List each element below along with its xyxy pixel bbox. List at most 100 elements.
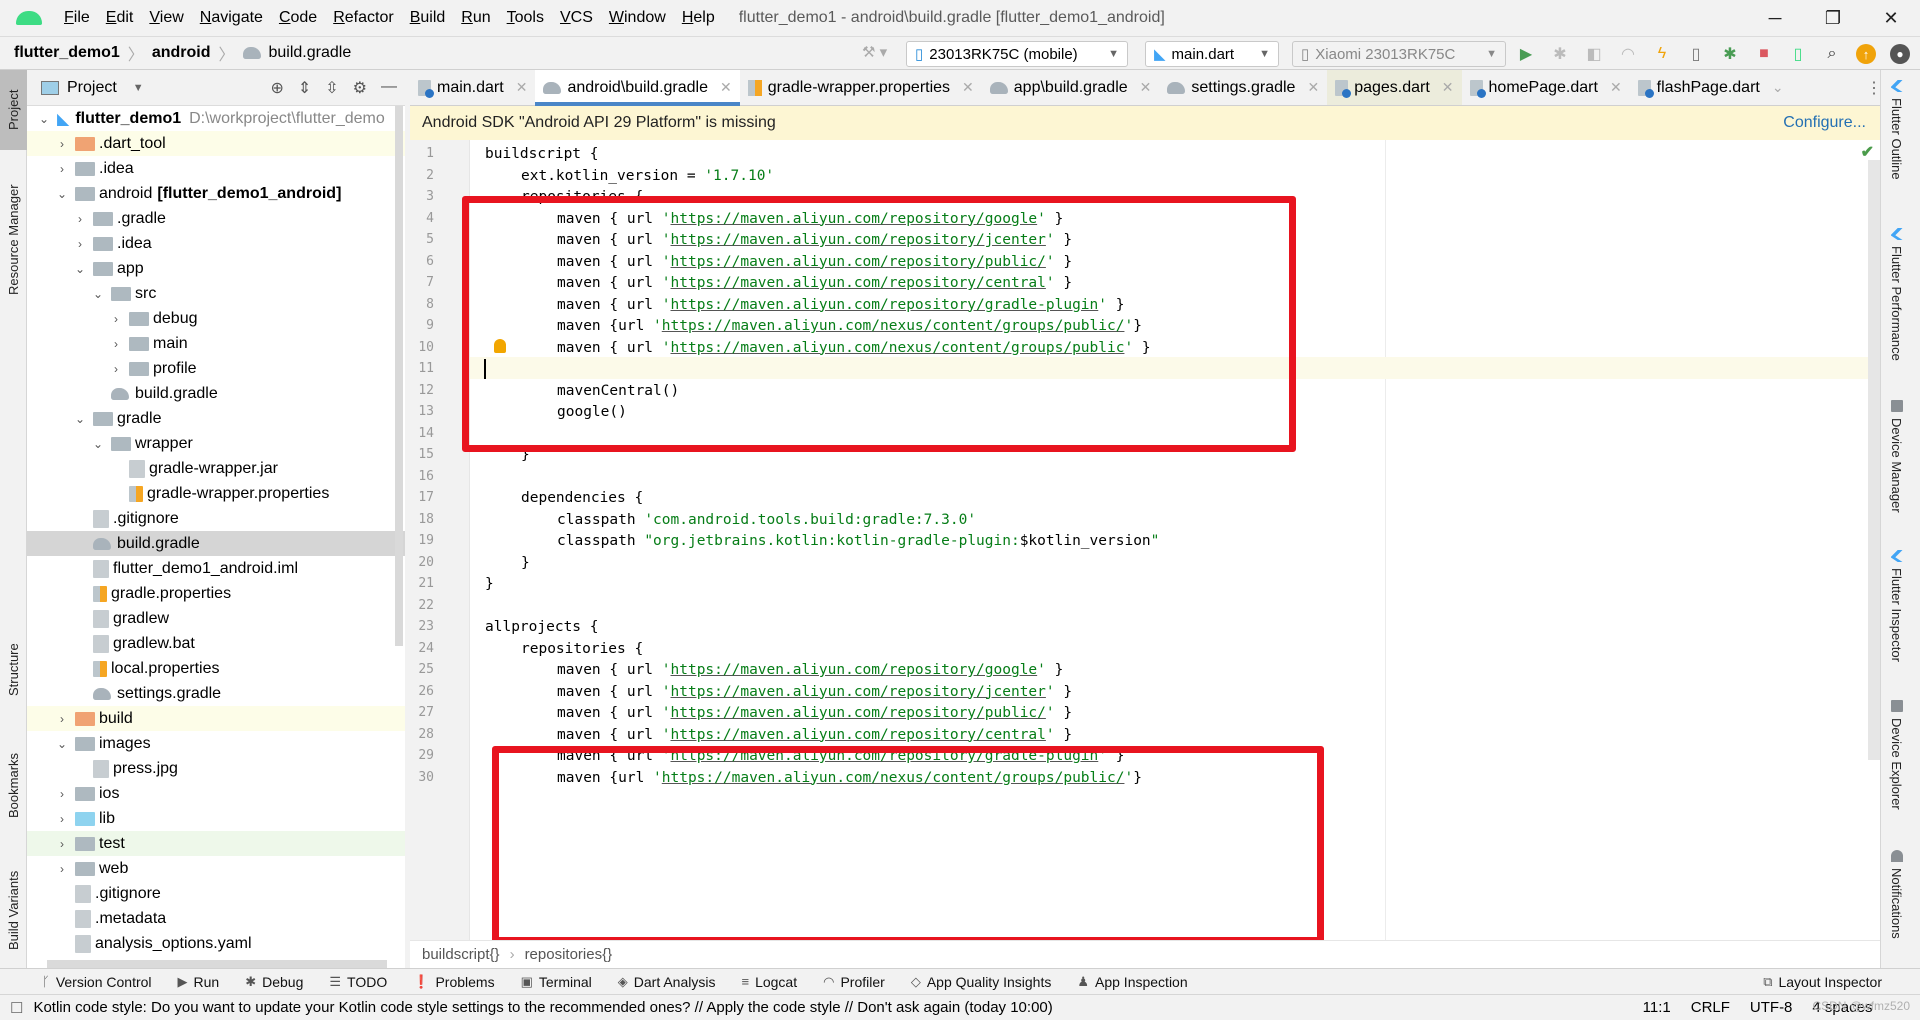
tool-tab-device-manager[interactable]: Device Manager: [1889, 400, 1904, 513]
close-tab-icon[interactable]: ✕: [720, 79, 732, 96]
locate-icon[interactable]: ⊕: [270, 78, 283, 98]
chevron-right-icon[interactable]: ›: [55, 162, 69, 176]
hammer-icon[interactable]: ⚒ ▾: [862, 43, 887, 61]
caret-position[interactable]: 11:1: [1643, 999, 1671, 1016]
tree-item[interactable]: settings.gradle: [27, 681, 405, 706]
flutter-device-icon[interactable]: ▯: [1686, 44, 1706, 64]
tool-tab-structure[interactable]: Structure: [0, 620, 27, 720]
chevron-down-icon[interactable]: ⌄: [91, 287, 105, 301]
close-tab-icon[interactable]: ✕: [516, 79, 528, 96]
tree-item[interactable]: › .gradle: [27, 206, 405, 231]
chevron-down-icon[interactable]: ⌄: [73, 412, 87, 426]
debug-icon[interactable]: ✱: [1550, 44, 1570, 64]
tree-item[interactable]: gradle.properties: [27, 581, 405, 606]
collapse-all-icon[interactable]: ⇳: [325, 78, 338, 98]
chevron-right-icon[interactable]: ›: [109, 362, 123, 376]
editor-tab[interactable]: gradle-wrapper.properties ✕: [740, 70, 982, 105]
editor-tab[interactable]: flashPage.dart ⌄: [1630, 70, 1792, 105]
editor-tab[interactable]: settings.gradle ✕: [1159, 70, 1327, 105]
tool-layout-inspector[interactable]: ⧉ Layout Inspector: [1755, 974, 1890, 990]
tree-item[interactable]: press.jpg: [27, 756, 405, 781]
tree-item[interactable]: gradle-wrapper.properties: [27, 481, 405, 506]
tree-item[interactable]: › main: [27, 331, 405, 356]
close-tab-icon[interactable]: ✕: [962, 79, 974, 96]
search-icon[interactable]: ⌕: [1822, 44, 1842, 64]
chevron-right-icon[interactable]: ›: [109, 337, 123, 351]
tree-item[interactable]: › web: [27, 856, 405, 881]
url-link[interactable]: https://maven.aliyun.com/repository/goog…: [671, 662, 1038, 678]
toggle-tool-windows-icon[interactable]: ☐: [10, 999, 23, 1017]
tool-app-inspection[interactable]: ♟ App Inspection: [1069, 974, 1195, 990]
close-icon[interactable]: ✕: [1862, 0, 1920, 36]
expand-all-icon[interactable]: ⇕: [298, 78, 311, 98]
menu-view[interactable]: View: [141, 9, 191, 27]
chevron-right-icon[interactable]: ›: [55, 137, 69, 151]
tree-item[interactable]: › test: [27, 831, 405, 856]
tool-debug[interactable]: ✱ Debug: [237, 974, 311, 990]
tool-tab-flutter-outline[interactable]: Flutter Outline: [1889, 80, 1904, 180]
project-horizontal-scrollbar[interactable]: [47, 960, 387, 968]
chevron-down-icon[interactable]: ⌄: [55, 187, 69, 201]
url-link[interactable]: https://maven.aliyun.com/repository/jcen…: [671, 684, 1046, 700]
tool-tab-bookmarks[interactable]: Bookmarks: [0, 730, 27, 840]
tree-item[interactable]: ⌄ android [flutter_demo1_android]: [27, 181, 405, 206]
device-selector[interactable]: ▯ 23013RK75C (mobile) ▼: [906, 41, 1128, 67]
inspection-ok-icon[interactable]: ✔: [1861, 142, 1874, 162]
menu-file[interactable]: File: [56, 9, 98, 27]
gear-icon[interactable]: ⚙: [353, 78, 367, 98]
tree-item[interactable]: ⌄ src: [27, 281, 405, 306]
chevron-down-icon[interactable]: ▼: [133, 82, 144, 94]
menu-build[interactable]: Build: [402, 9, 454, 27]
tree-item[interactable]: gradlew: [27, 606, 405, 631]
breadcrumb-file[interactable]: build.gradle: [269, 44, 352, 62]
tree-item[interactable]: ⌄ ◣ flutter_demo1 D:\workproject\flutter_de…: [27, 106, 405, 131]
tool-tab-flutter-performance[interactable]: Flutter Performance: [1889, 228, 1904, 361]
tree-item[interactable]: .gitignore: [27, 881, 405, 906]
tree-item[interactable]: .gitignore: [27, 506, 405, 531]
editor-scrollbar[interactable]: [1868, 160, 1880, 760]
attach-debugger-icon[interactable]: ✱: [1720, 44, 1740, 64]
tree-item[interactable]: flutter_demo1_android.iml: [27, 556, 405, 581]
menu-vcs[interactable]: VCS: [552, 9, 601, 27]
menu-edit[interactable]: Edit: [98, 9, 142, 27]
chevron-down-icon[interactable]: ⌄: [1772, 79, 1784, 96]
menu-window[interactable]: Window: [601, 9, 674, 27]
tree-item[interactable]: analysis_options.yaml: [27, 931, 405, 956]
close-tab-icon[interactable]: ✕: [1307, 79, 1319, 96]
tree-item[interactable]: build.gradle: [27, 381, 405, 406]
device-manager-icon[interactable]: ▯: [1788, 44, 1808, 64]
hot-reload-icon[interactable]: ϟ: [1652, 44, 1672, 64]
breadcrumb-android[interactable]: android: [152, 44, 211, 62]
tree-item[interactable]: gradle-wrapper.jar: [27, 456, 405, 481]
tree-item[interactable]: build.gradle: [27, 531, 405, 556]
tree-item[interactable]: › .dart_tool: [27, 131, 405, 156]
restore-icon[interactable]: ❐: [1804, 0, 1862, 36]
run-config-selector[interactable]: ◣ main.dart ▼: [1145, 41, 1279, 67]
chevron-right-icon[interactable]: ›: [109, 312, 123, 326]
tool-version-control[interactable]: ᚴ Version Control: [34, 974, 160, 990]
chevron-right-icon[interactable]: ›: [55, 837, 69, 851]
editor-tab[interactable]: app\build.gradle ✕: [982, 70, 1160, 105]
menu-tools[interactable]: Tools: [499, 9, 552, 27]
status-message[interactable]: ☐ Kotlin code style: Do you want to upda…: [10, 999, 1053, 1017]
file-encoding[interactable]: UTF-8: [1750, 999, 1793, 1016]
chevron-right-icon[interactable]: ›: [55, 712, 69, 726]
chevron-right-icon[interactable]: ›: [73, 237, 87, 251]
chevron-right-icon[interactable]: ›: [55, 787, 69, 801]
url-link[interactable]: https://maven.aliyun.com/repository/cent…: [671, 727, 1046, 743]
editor-tab[interactable]: pages.dart ✕: [1327, 70, 1462, 105]
tool-profiler[interactable]: ◠ Profiler: [815, 974, 893, 990]
chevron-right-icon[interactable]: ›: [55, 812, 69, 826]
breadcrumb-project[interactable]: flutter_demo1: [14, 44, 120, 62]
editor-crumb-repositories[interactable]: repositories{}: [525, 946, 613, 963]
tree-item[interactable]: ⌄ app: [27, 256, 405, 281]
update-icon[interactable]: ↑: [1856, 44, 1876, 64]
editor-tab[interactable]: homePage.dart ✕: [1462, 70, 1630, 105]
tool-terminal[interactable]: ▣ Terminal: [513, 974, 600, 990]
menu-run[interactable]: Run: [453, 9, 498, 27]
menu-help[interactable]: Help: [674, 9, 723, 27]
configure-link[interactable]: Configure...: [1783, 114, 1866, 132]
tool-tab-notifications[interactable]: Notifications: [1889, 850, 1904, 939]
tree-item[interactable]: › .idea: [27, 231, 405, 256]
tree-item[interactable]: › profile: [27, 356, 405, 381]
